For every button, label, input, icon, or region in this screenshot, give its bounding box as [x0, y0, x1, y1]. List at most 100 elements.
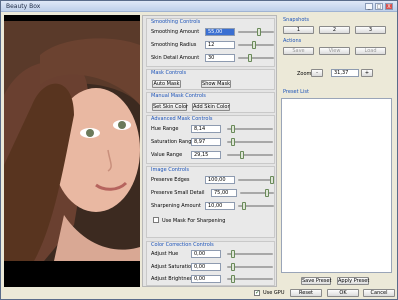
- slider-thumb[interactable]: [231, 275, 235, 283]
- color-correction-title: Color Correction Controls: [151, 242, 214, 248]
- preserve-small-detail-slider[interactable]: [240, 189, 274, 197]
- preserve-edges-slider[interactable]: [238, 176, 274, 184]
- manual-mask-group: Manual Mask Controls Set Skin Color Add …: [146, 92, 275, 113]
- saturation-range-label: Saturation Range: [151, 139, 195, 145]
- adjust-hue-input[interactable]: 0,00: [191, 250, 221, 258]
- adjust-hue-label: Adjust Hue: [151, 251, 179, 257]
- auto-mask-button[interactable]: Auto Mask: [152, 80, 181, 88]
- advanced-mask-title: Advanced Mask Controls: [151, 116, 213, 122]
- adjust-brightness-label: Adjust Brightness: [151, 276, 195, 282]
- slider-thumb[interactable]: [231, 250, 235, 258]
- minimize-button[interactable]: _: [365, 3, 373, 10]
- slider-thumb[interactable]: [252, 41, 256, 49]
- preserve-edges-row: Preserve Edges 100,00: [151, 176, 275, 185]
- smoothing-title: Smoothing Controls: [151, 19, 201, 25]
- value-range-label: Value Range: [151, 152, 183, 158]
- smoothing-radius-row: Smoothing Radius 12: [151, 41, 275, 50]
- apply-preset-button[interactable]: Apply Preset: [337, 277, 369, 285]
- slider-thumb[interactable]: [231, 138, 235, 146]
- set-skin-color-button[interactable]: Set Skin Color: [152, 103, 188, 111]
- hue-range-slider[interactable]: [227, 125, 273, 133]
- preview-pane[interactable]: [4, 15, 140, 287]
- slider-thumb[interactable]: [248, 54, 252, 62]
- snapshot-3-button[interactable]: 3: [355, 26, 386, 34]
- smoothing-radius-slider[interactable]: [238, 41, 274, 49]
- save-preset-button[interactable]: Save Preset: [301, 277, 331, 285]
- use-gpu-label: Use GPU: [263, 290, 285, 296]
- snapshot-2-button[interactable]: 2: [319, 26, 350, 34]
- preset-list-title: Preset List: [283, 89, 309, 95]
- use-mask-sharpening-label: Use Mask For Sharpening: [162, 218, 226, 224]
- slider-thumb[interactable]: [231, 125, 235, 133]
- adjust-brightness-input[interactable]: 0,00: [191, 275, 221, 283]
- reset-button[interactable]: Reset: [290, 289, 322, 297]
- adjust-brightness-slider[interactable]: [227, 275, 273, 283]
- use-mask-sharpening-checkbox[interactable]: [153, 217, 159, 223]
- adjust-saturation-slider[interactable]: [227, 263, 273, 271]
- load-snapshot-button[interactable]: Load: [355, 47, 386, 55]
- ok-button[interactable]: OK: [327, 289, 359, 297]
- value-range-input[interactable]: 29,15: [191, 151, 221, 159]
- saturation-range-row: Saturation Range 8,97: [151, 138, 275, 147]
- preserve-edges-input[interactable]: 100,00: [205, 176, 235, 184]
- snapshots-title: Snapshots: [283, 17, 309, 23]
- preset-list[interactable]: [281, 98, 392, 273]
- slider-thumb[interactable]: [242, 202, 246, 210]
- color-correction-group: Color Correction Controls Adjust Hue 0,0…: [146, 241, 275, 286]
- adjust-brightness-row: Adjust Brightness 0,00: [151, 275, 275, 284]
- use-gpu-checkbox[interactable]: ✓: [254, 289, 261, 296]
- mask-title: Mask Controls: [151, 70, 187, 76]
- manual-mask-title: Manual Mask Controls: [151, 93, 206, 99]
- saturation-range-input[interactable]: 8,97: [191, 138, 221, 146]
- save-snapshot-button[interactable]: Save: [283, 47, 314, 55]
- view-snapshot-button[interactable]: View: [319, 47, 350, 55]
- beauty-box-window: Beauty Box _ □ X Smoothing Controls Smoo…: [0, 0, 398, 300]
- skin-detail-row: Skin Detail Amount 30: [151, 54, 275, 63]
- smoothing-radius-input[interactable]: 12: [205, 41, 235, 49]
- right-panel: Snapshots 1 2 3 Actions Save View Load Z…: [279, 15, 395, 287]
- preserve-edges-label: Preserve Edges: [151, 177, 190, 183]
- adjust-saturation-row: Adjust Saturation 0,00: [151, 263, 275, 272]
- zoom-out-button[interactable]: -: [311, 69, 323, 77]
- skin-detail-input[interactable]: 30: [205, 54, 235, 62]
- preserve-small-detail-input[interactable]: 75,00: [211, 189, 237, 197]
- sharpening-input[interactable]: 10,00: [205, 202, 235, 210]
- sharpening-row: Sharpening Amount 10,00: [151, 202, 275, 211]
- close-button[interactable]: X: [385, 3, 393, 10]
- maximize-button[interactable]: □: [375, 3, 383, 10]
- value-range-row: Value Range 29,15: [151, 151, 275, 160]
- smoothing-group: Smoothing Controls Smoothing Amount 55,0…: [146, 18, 275, 67]
- slider-thumb[interactable]: [265, 189, 269, 197]
- slider-thumb[interactable]: [231, 263, 235, 271]
- adjust-hue-slider[interactable]: [227, 250, 273, 258]
- smoothing-radius-label: Smoothing Radius: [151, 42, 197, 48]
- sharpening-slider[interactable]: [238, 202, 274, 210]
- actions-title: Actions: [283, 38, 302, 44]
- preserve-small-detail-row: Preserve Small Detail 75,00: [151, 189, 275, 198]
- adjust-saturation-input[interactable]: 0,00: [191, 263, 221, 271]
- footer-bar: ✓ Use GPU Reset OK Cancel: [1, 287, 397, 299]
- skin-detail-label: Skin Detail Amount: [151, 55, 200, 61]
- show-mask-button[interactable]: Show Mask: [201, 80, 231, 88]
- mask-group: Mask Controls Auto Mask Show Mask: [146, 69, 275, 90]
- cancel-button[interactable]: Cancel: [363, 289, 395, 297]
- controls-panel: Smoothing Controls Smoothing Amount 55,0…: [142, 15, 277, 287]
- skin-detail-slider[interactable]: [238, 54, 274, 62]
- zoom-in-button[interactable]: +: [361, 69, 373, 77]
- hue-range-input[interactable]: 8,14: [191, 125, 221, 133]
- value-range-slider[interactable]: [227, 151, 273, 159]
- title-bar: Beauty Box _ □ X: [1, 1, 397, 12]
- preserve-small-detail-label: Preserve Small Detail: [151, 190, 205, 196]
- smoothing-amount-slider[interactable]: [238, 28, 274, 36]
- slider-thumb[interactable]: [257, 28, 261, 36]
- slider-thumb[interactable]: [270, 176, 274, 184]
- zoom-input[interactable]: 31,37: [331, 69, 359, 77]
- smoothing-amount-input[interactable]: 55,00: [205, 28, 235, 36]
- image-controls-group: Image Controls Preserve Edges 100,00 Pre…: [146, 166, 275, 238]
- snapshot-1-button[interactable]: 1: [283, 26, 314, 34]
- add-skin-color-button[interactable]: Add Skin Color: [192, 103, 230, 111]
- zoom-label: Zoom: [297, 71, 312, 77]
- saturation-range-slider[interactable]: [227, 138, 273, 146]
- check-icon: ✓: [255, 289, 261, 296]
- slider-thumb[interactable]: [240, 151, 244, 159]
